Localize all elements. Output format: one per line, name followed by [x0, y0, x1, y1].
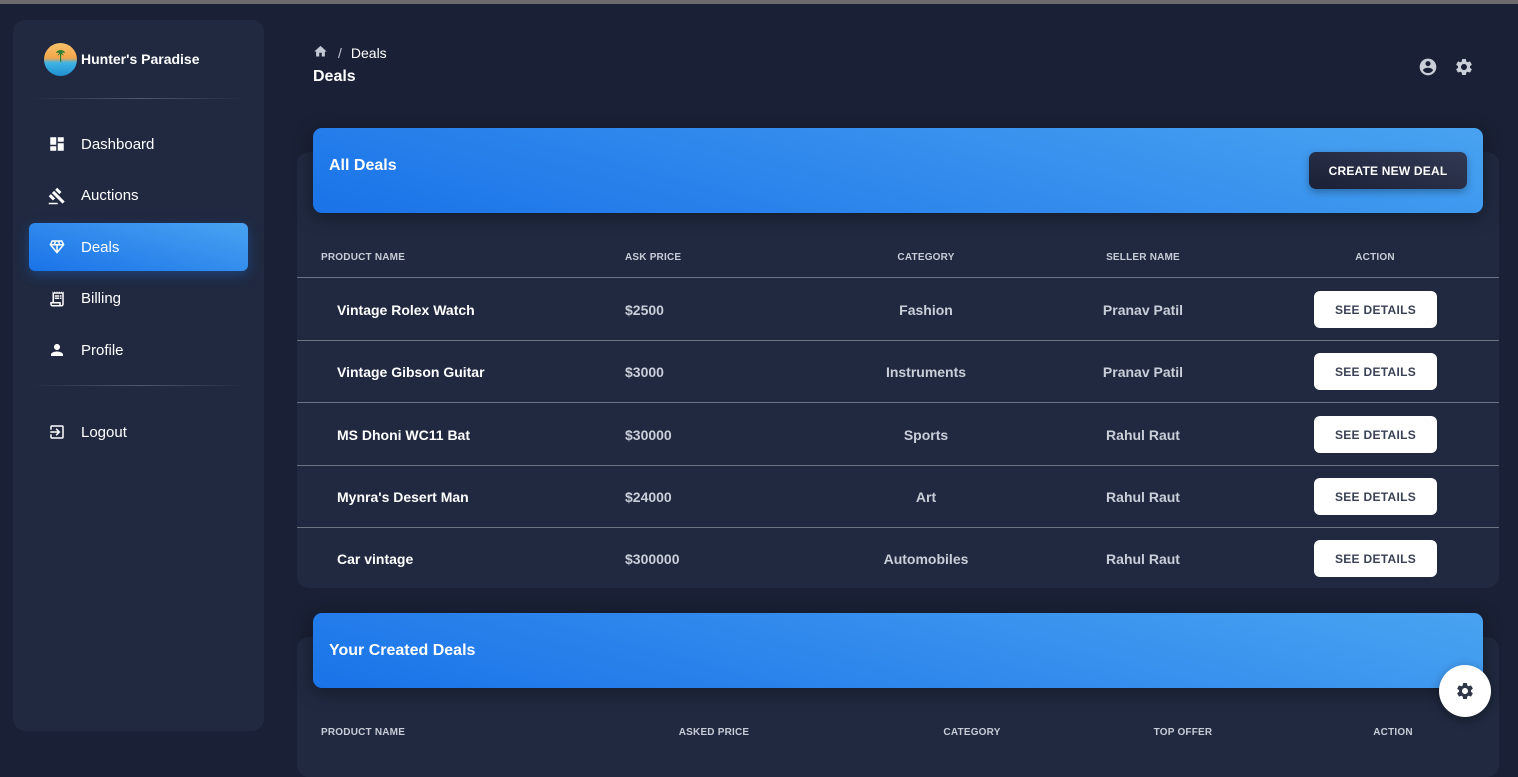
diamond-icon: [47, 237, 67, 257]
category: Fashion: [899, 302, 953, 318]
sidebar-item-label: Billing: [81, 290, 122, 307]
window-top-border: [0, 0, 1518, 4]
breadcrumb-current: Deals: [350, 45, 387, 61]
see-details-button[interactable]: SEE DETAILS: [1314, 540, 1437, 577]
breadcrumb-separator: /: [338, 45, 342, 61]
person-icon: [47, 340, 67, 360]
ask-price: $30000: [625, 427, 672, 443]
seller-name: Pranav Patil: [1102, 302, 1184, 318]
see-details-button[interactable]: SEE DETAILS: [1314, 478, 1437, 515]
home-icon[interactable]: [313, 44, 328, 62]
product-name: Vintage Gibson Guitar: [337, 364, 485, 380]
dashboard-icon: [47, 134, 67, 154]
create-new-deal-button[interactable]: CREATE NEW DEAL: [1309, 152, 1467, 189]
ask-price: $24000: [625, 489, 672, 505]
ask-price: $3000: [625, 364, 664, 380]
card-title: All Deals: [329, 157, 397, 174]
sidebar-item-label: Logout: [81, 423, 127, 441]
see-details-button[interactable]: SEE DETAILS: [1314, 416, 1437, 453]
sidebar-item-billing[interactable]: Billing: [29, 275, 248, 323]
product-name: Mynra's Desert Man: [337, 489, 469, 505]
sidebar-bottom-nav: Logout: [13, 386, 264, 456]
product-name: MS Dhoni WC11 Bat: [337, 427, 471, 443]
column-header: ASKED PRICE: [678, 727, 750, 738]
receipt-icon: [47, 289, 67, 309]
sidebar: Hunter's Paradise Dashboard Auctions Dea…: [13, 20, 264, 731]
seller-name: Rahul Raut: [1106, 427, 1180, 443]
all-deals-card-header: All Deals CREATE NEW DEAL: [313, 128, 1483, 213]
account-circle-icon[interactable]: [1418, 57, 1438, 77]
category: Instruments: [885, 364, 967, 380]
your-deals-table-header: PRODUCT NAME ASKED PRICE CATEGORY TOP OF…: [297, 722, 1499, 745]
column-header: PRODUCT NAME: [321, 727, 406, 738]
seller-name: Rahul Raut: [1106, 551, 1180, 567]
product-name: Car vintage: [337, 551, 414, 567]
card-title: Your Created Deals: [329, 642, 476, 659]
category: Automobiles: [883, 551, 969, 567]
sidebar-item-logout[interactable]: Logout: [29, 408, 248, 456]
page-header: / Deals Deals: [313, 44, 387, 86]
table-row: Car vintage $300000 Automobiles Rahul Ra…: [297, 528, 1499, 590]
floating-settings-button[interactable]: [1439, 665, 1491, 717]
sidebar-item-dashboard[interactable]: Dashboard: [29, 120, 248, 168]
category: Sports: [903, 427, 949, 443]
breadcrumb: / Deals: [313, 44, 387, 62]
seller-name: Pranav Patil: [1102, 364, 1184, 380]
ask-price: $2500: [625, 302, 664, 318]
sidebar-item-label: Profile: [81, 341, 124, 359]
see-details-button[interactable]: SEE DETAILS: [1314, 353, 1437, 390]
column-header: SELLER NAME: [1106, 252, 1180, 263]
see-details-button[interactable]: SEE DETAILS: [1314, 291, 1437, 328]
brand-name: Hunter's Paradise: [81, 51, 200, 67]
your-created-deals-card-header: Your Created Deals: [313, 613, 1483, 688]
ask-price: $300000: [625, 551, 680, 567]
sidebar-nav: Dashboard Auctions Deals Billing Profile: [13, 99, 264, 374]
table-row: Mynra's Desert Man $24000 Art Rahul Raut…: [297, 466, 1499, 528]
column-header: ACTION: [1373, 727, 1413, 738]
sidebar-item-label: Deals: [81, 238, 120, 256]
category: Art: [915, 489, 937, 505]
product-name: Vintage Rolex Watch: [337, 302, 475, 318]
column-header: ASK PRICE: [625, 252, 682, 263]
sidebar-item-profile[interactable]: Profile: [29, 326, 248, 374]
column-header: ACTION: [1355, 252, 1395, 263]
table-row: Vintage Rolex Watch $2500 Fashion Pranav…: [297, 279, 1499, 341]
page-title: Deals: [313, 68, 356, 85]
sidebar-item-label: Auctions: [81, 187, 139, 204]
sidebar-item-label: Dashboard: [81, 135, 155, 153]
table-row: Vintage Gibson Guitar $3000 Instruments …: [297, 341, 1499, 403]
seller-name: Rahul Raut: [1106, 489, 1180, 505]
column-header: CATEGORY: [897, 252, 955, 263]
header-actions: [1418, 57, 1474, 77]
table-row: MS Dhoni WC11 Bat $30000 Sports Rahul Ra…: [297, 404, 1499, 466]
column-header: CATEGORY: [943, 727, 1001, 738]
all-deals-table-header: PRODUCT NAME ASK PRICE CATEGORY SELLER N…: [297, 240, 1499, 278]
brand[interactable]: Hunter's Paradise: [13, 20, 264, 98]
column-header: TOP OFFER: [1153, 727, 1213, 738]
palm-tree-logo-icon: [44, 42, 77, 76]
logout-icon: [47, 422, 67, 442]
gear-icon[interactable]: [1454, 57, 1474, 77]
sidebar-item-deals[interactable]: Deals: [29, 223, 248, 271]
gavel-icon: [47, 186, 67, 206]
gear-icon: [1457, 683, 1473, 699]
column-header: PRODUCT NAME: [321, 252, 406, 263]
sidebar-item-auctions[interactable]: Auctions: [29, 172, 248, 220]
